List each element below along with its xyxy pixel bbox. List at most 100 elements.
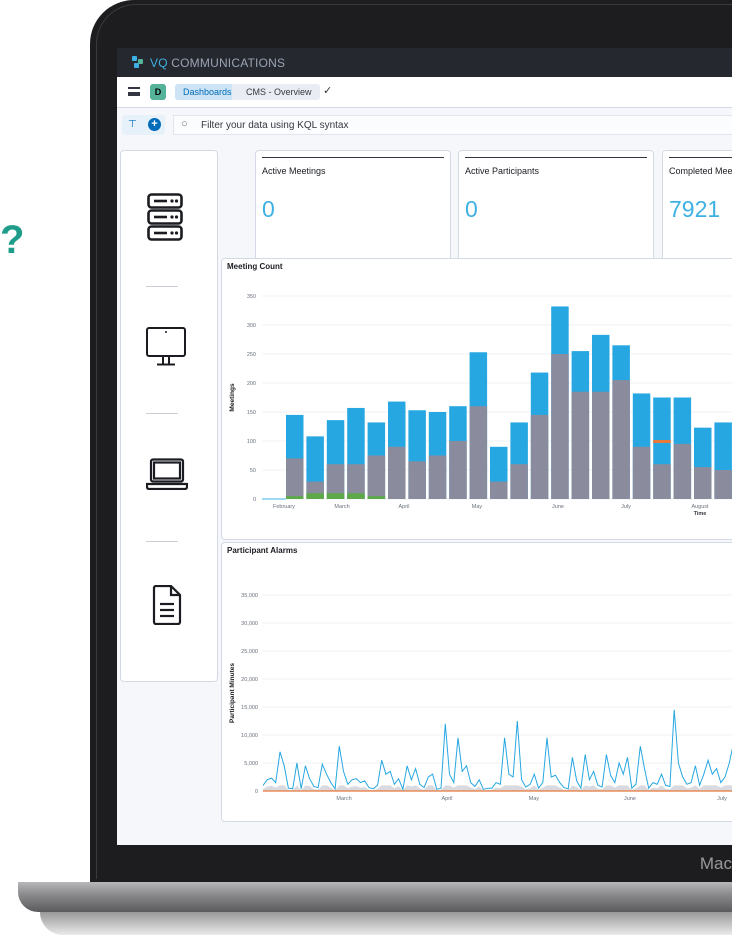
search-icon: ○ <box>181 118 188 130</box>
x-tick-label: March <box>336 796 351 802</box>
y-tick-label: 0 <box>255 789 258 795</box>
bar-gray <box>449 441 467 499</box>
x-tick-label: May <box>472 504 483 510</box>
app-header: VQ COMMUNICATIONS <box>117 48 732 77</box>
y-tick-label: 5,000 <box>244 761 258 767</box>
participant-alarms-panel: Participant Alarms 0 5,000 10,000 15,000 20,… <box>221 542 732 822</box>
brand-name: COMMUNICATIONS <box>167 56 286 70</box>
breadcrumb-dashboards[interactable]: Dashboards <box>175 84 240 100</box>
device-icon-panel <box>120 150 218 682</box>
bar-green <box>306 493 324 499</box>
bar-gray <box>632 446 651 499</box>
metric-label: Completed Meeti <box>669 166 732 176</box>
x-tick-label: August <box>691 504 709 510</box>
y-tick-label: 30,000 <box>241 621 258 627</box>
bar-green <box>286 496 304 499</box>
y-tick-label: 250 <box>247 352 256 358</box>
y-tick-label: 200 <box>247 381 256 387</box>
brand-prefix: VQ <box>150 56 168 70</box>
card-rule <box>465 157 647 158</box>
divider <box>146 541 178 542</box>
x-axis-label: Time <box>694 511 707 517</box>
metric-value: 7921 <box>669 196 721 222</box>
brand-mark-icon <box>132 56 146 68</box>
check-icon[interactable]: ✓ <box>323 84 332 97</box>
metric-label: Active Participants <box>465 166 540 176</box>
bar-green <box>367 496 386 499</box>
divider <box>146 413 178 414</box>
chart-title: Participant Alarms <box>227 546 298 555</box>
y-tick-label: 20,000 <box>241 677 258 683</box>
y-tick-label: 15,000 <box>241 705 258 711</box>
chart-title: Meeting Count <box>227 262 283 271</box>
nav-bar: D Dashboards CMS - Overview ✓ <box>117 77 732 108</box>
meeting-count-chart: 0 50 100 150 200 250 300 350 Meetings February Mar… <box>229 294 732 517</box>
divider <box>146 286 178 287</box>
bar-gray <box>530 414 549 499</box>
y-tick-label: 350 <box>247 294 256 300</box>
server-rack-icon <box>147 193 183 241</box>
x-tick-label: February <box>273 504 295 510</box>
bar-gray <box>428 455 447 499</box>
laptop-base <box>18 882 732 912</box>
x-tick-label: June <box>624 796 636 802</box>
bar-gray <box>571 391 590 499</box>
bar-gray <box>694 467 712 499</box>
y-tick-label: 10,000 <box>241 733 258 739</box>
space-avatar[interactable]: D <box>150 84 166 100</box>
y-tick-label: 25,000 <box>241 649 258 655</box>
x-tick-label: April <box>398 504 409 510</box>
y-tick-label: 0 <box>253 497 256 503</box>
y-tick-label: 50 <box>250 468 256 474</box>
add-filter-icon[interactable]: + <box>148 118 161 131</box>
filter-bar: ⊤ + ○ Filter your data using KQL syntax <box>117 108 732 141</box>
bar-orange <box>653 440 671 443</box>
filter-options-button[interactable]: ⊤ + <box>122 115 165 135</box>
bar-green <box>347 493 365 499</box>
y-tick-label: 150 <box>247 410 256 416</box>
search-placeholder: Filter your data using KQL syntax <box>201 120 349 131</box>
bar-gray <box>490 481 508 499</box>
metric-value: 0 <box>262 196 275 222</box>
document-icon <box>152 585 182 625</box>
bar-gray <box>388 446 406 499</box>
y-tick-label: 100 <box>247 439 256 445</box>
laptop-shadow <box>40 912 732 935</box>
laptop-icon <box>146 458 188 490</box>
x-tick-label: July <box>621 504 631 510</box>
x-tick-label: June <box>552 504 564 510</box>
bar-green <box>326 493 345 499</box>
metric-value: 0 <box>465 196 478 222</box>
x-tick-label: July <box>717 796 727 802</box>
card-rule <box>669 157 732 158</box>
bar-gray <box>469 406 488 499</box>
bar-gray <box>673 443 692 499</box>
card-rule <box>262 157 444 158</box>
monitor-icon <box>146 327 186 366</box>
bar-gray <box>714 470 732 499</box>
menu-icon[interactable] <box>128 87 140 96</box>
participant-alarms-chart: 0 5,000 10,000 15,000 20,000 25,000 30,000 35,0… <box>229 593 732 802</box>
breadcrumb-current: CMS - Overview <box>232 84 320 100</box>
filter-icon: ⊤ <box>128 119 137 130</box>
y-axis-label: Meetings <box>229 383 236 412</box>
bar-gray <box>510 464 528 499</box>
bar-gray <box>367 455 386 499</box>
y-tick-label: 35,000 <box>241 593 258 599</box>
bar-gray <box>551 354 569 499</box>
bar-gray <box>653 464 671 499</box>
laptop-screen: VQ COMMUNICATIONS D Dashboards CMS - Ove… <box>117 48 732 845</box>
y-tick-label: 300 <box>247 323 256 329</box>
series-line-blue <box>262 709 732 792</box>
bar-gray <box>612 380 630 499</box>
bar-gray <box>286 458 304 499</box>
brand-logo[interactable]: VQ COMMUNICATIONS <box>132 56 285 70</box>
kql-search-input[interactable]: ○ Filter your data using KQL syntax <box>173 115 732 135</box>
x-tick-label: April <box>441 796 452 802</box>
laptop-model-label: Mac <box>699 854 732 873</box>
bar-gray <box>408 461 426 499</box>
x-tick-label: March <box>334 504 349 510</box>
metric-label: Active Meetings <box>262 166 326 176</box>
meeting-count-panel: Meeting Count 0 50 100 150 200 250 300 350 Meeti… <box>221 258 732 540</box>
question-mark-decoration: ? <box>0 218 25 262</box>
